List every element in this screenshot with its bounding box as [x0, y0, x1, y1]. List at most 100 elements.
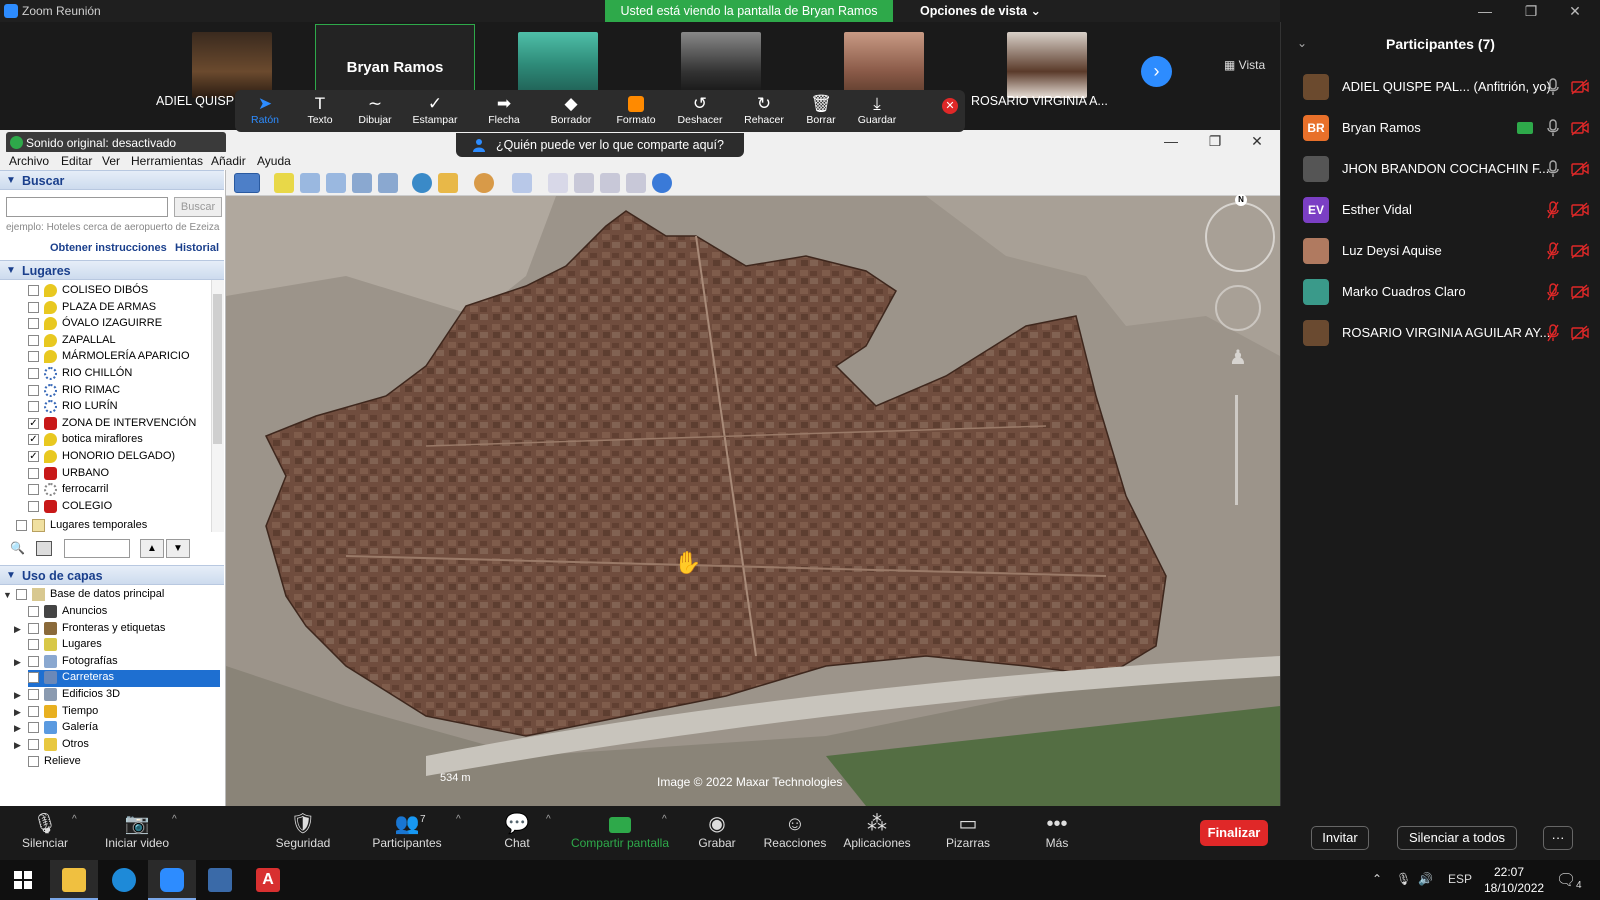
checkbox[interactable]	[28, 705, 39, 717]
compass-navigation[interactable]: N	[1205, 194, 1275, 272]
annotation-tool-arrow[interactable]: ➡ Flecha	[474, 94, 534, 126]
sidebar-toggle-icon[interactable]	[234, 173, 260, 193]
layer-item[interactable]: Edificios 3D	[28, 687, 220, 704]
participant-row[interactable]: JHON BRANDON COCHACHIN F...	[1281, 149, 1600, 189]
maps-icon[interactable]	[626, 173, 646, 193]
save-image-icon[interactable]	[600, 173, 620, 193]
layer-item[interactable]: Galería	[28, 720, 220, 737]
checkbox[interactable]	[28, 401, 39, 413]
checkbox[interactable]	[28, 689, 39, 700]
chevron-up-icon[interactable]: ^	[662, 814, 667, 825]
annotation-tool-undo[interactable]: ↺ Deshacer	[670, 94, 730, 126]
layer-item[interactable]: Lugares	[28, 637, 220, 654]
checkbox[interactable]	[28, 467, 39, 479]
satellite-map[interactable]: ✋	[226, 196, 1280, 806]
expand-triangle-icon[interactable]: ▶	[14, 723, 21, 734]
zoom-slider[interactable]	[1235, 395, 1238, 505]
place-item[interactable]: ÓVALO IZAGUIRRE	[28, 316, 210, 333]
annotation-tool-redo[interactable]: ↻ Rehacer	[734, 94, 794, 126]
earth-icon[interactable]	[652, 173, 672, 193]
next-page-button[interactable]: ›	[1141, 56, 1172, 87]
share-screen-button[interactable]: Compartir pantalla	[565, 812, 675, 850]
checkbox[interactable]	[28, 622, 39, 634]
annotation-tool-text[interactable]: T Texto	[290, 94, 350, 126]
ge-search-input[interactable]	[6, 197, 168, 217]
menu-anadir[interactable]: Añadir	[211, 154, 246, 168]
edge-app[interactable]	[100, 860, 148, 900]
minimize-icon[interactable]: —	[1462, 0, 1508, 22]
participants-button[interactable]: 👥 Participantes 7	[362, 812, 452, 850]
more-options-button[interactable]: ···	[1543, 826, 1573, 850]
checkbox[interactable]	[28, 384, 39, 396]
expand-triangle-icon[interactable]: ▶	[14, 624, 21, 635]
apps-button[interactable]: ⁂ Aplicaciones	[832, 812, 922, 850]
restore-icon[interactable]: ❐	[1508, 0, 1554, 22]
menu-ver[interactable]: Ver	[102, 154, 120, 168]
ge-close-icon[interactable]: ✕	[1236, 130, 1278, 152]
chevron-up-icon[interactable]: ^	[72, 814, 77, 825]
planets-icon[interactable]	[474, 173, 494, 193]
annotation-tool-trash[interactable]: 🗑 Borrar	[791, 94, 851, 126]
original-sound-indicator[interactable]: Sonido original: desactivado	[6, 132, 226, 154]
volume-icon[interactable]: 🔊	[1418, 872, 1433, 886]
place-item[interactable]: RIO RIMAC	[28, 383, 210, 400]
menu-archivo[interactable]: Archivo	[9, 154, 49, 168]
place-item[interactable]: ZAPALLAL	[28, 333, 210, 350]
move-down-icon[interactable]: ▼	[166, 539, 190, 558]
place-item[interactable]: ferrocarril	[28, 482, 210, 499]
places-filter-input[interactable]	[64, 539, 130, 558]
participant-row[interactable]: Marko Cuadros Claro	[1281, 272, 1600, 312]
places-scroll-thumb[interactable]	[213, 294, 222, 444]
place-item[interactable]: COLISEO DIBÓS	[28, 283, 210, 300]
layers-root[interactable]: Base de datos principal	[16, 587, 216, 604]
place-item[interactable]: ✓ HONORIO DELGADO)	[28, 449, 210, 466]
place-item[interactable]: ✓ ZONA DE INTERVENCIÓN	[28, 416, 210, 433]
participant-row[interactable]: BR Bryan Ramos	[1281, 108, 1600, 148]
participant-row[interactable]: ROSARIO VIRGINIA AGUILAR AY...	[1281, 313, 1600, 353]
layer-item[interactable]: Tiempo	[28, 704, 220, 721]
participant-row[interactable]: EV Esther Vidal	[1281, 190, 1600, 230]
shield-button[interactable]: 🛡 Seguridad	[258, 812, 348, 850]
menu-ayuda[interactable]: Ayuda	[257, 154, 291, 168]
place-item[interactable]: MÁRMOLERÍA APARICIO	[28, 349, 210, 366]
directions-link[interactable]: Obtener instrucciones	[50, 242, 167, 254]
ruler-icon[interactable]	[512, 173, 532, 193]
expand-triangle-icon[interactable]: ▶	[14, 707, 21, 718]
whiteboard-button[interactable]: ▭ Pizarras	[923, 812, 1013, 850]
language-indicator[interactable]: ESP	[1448, 872, 1472, 886]
checkbox-checked[interactable]: ✓	[28, 434, 39, 446]
checkbox[interactable]	[16, 520, 27, 531]
checkbox[interactable]	[28, 655, 39, 667]
chevron-up-icon[interactable]: ^	[172, 814, 177, 825]
ge-minimize-icon[interactable]: —	[1150, 130, 1192, 152]
overlay-tool-icon[interactable]	[352, 173, 372, 193]
expand-triangle-icon[interactable]: ▼	[3, 590, 12, 600]
expand-triangle-icon[interactable]: ▶	[14, 740, 21, 751]
move-up-icon[interactable]: ▲	[140, 539, 164, 558]
move-control[interactable]	[1215, 285, 1261, 331]
checkbox[interactable]	[28, 606, 39, 617]
place-item[interactable]: COLEGIO	[28, 499, 210, 516]
checkbox[interactable]	[28, 368, 39, 379]
tray-mic-icon[interactable]: 🎙	[1396, 872, 1411, 886]
place-item[interactable]: ✓ botica miraflores	[28, 432, 210, 449]
path-tool-icon[interactable]	[326, 173, 346, 193]
expand-triangle-icon[interactable]: ▶	[14, 657, 21, 668]
annotation-tool-eraser[interactable]: ◆ Borrador	[541, 94, 601, 126]
ge-search-button[interactable]: Buscar	[174, 197, 222, 217]
street-view-pegman-icon[interactable]: ♟	[1229, 345, 1247, 370]
reactions-button[interactable]: ☺ Reacciones	[750, 812, 840, 850]
calculator-app[interactable]	[196, 860, 244, 900]
places-section-header[interactable]: ▼ Lugares	[0, 260, 224, 280]
close-annotation-icon[interactable]: ✕	[942, 98, 958, 114]
participant-row[interactable]: Luz Deysi Aquise	[1281, 231, 1600, 271]
record-button[interactable]: ◉ Grabar	[672, 812, 762, 850]
polygon-tool-icon[interactable]	[300, 173, 320, 193]
view-options-button[interactable]: Opciones de vista ⌄	[920, 0, 1041, 22]
menu-herramientas[interactable]: Herramientas	[131, 154, 203, 168]
place-item[interactable]: RIO CHILLÓN	[28, 366, 210, 383]
layer-item[interactable]: Carreteras	[28, 670, 220, 688]
layers-section-header[interactable]: ▼ Uso de capas	[0, 565, 224, 585]
chevron-up-icon[interactable]: ^	[456, 814, 461, 825]
file-explorer-app[interactable]	[50, 860, 98, 900]
